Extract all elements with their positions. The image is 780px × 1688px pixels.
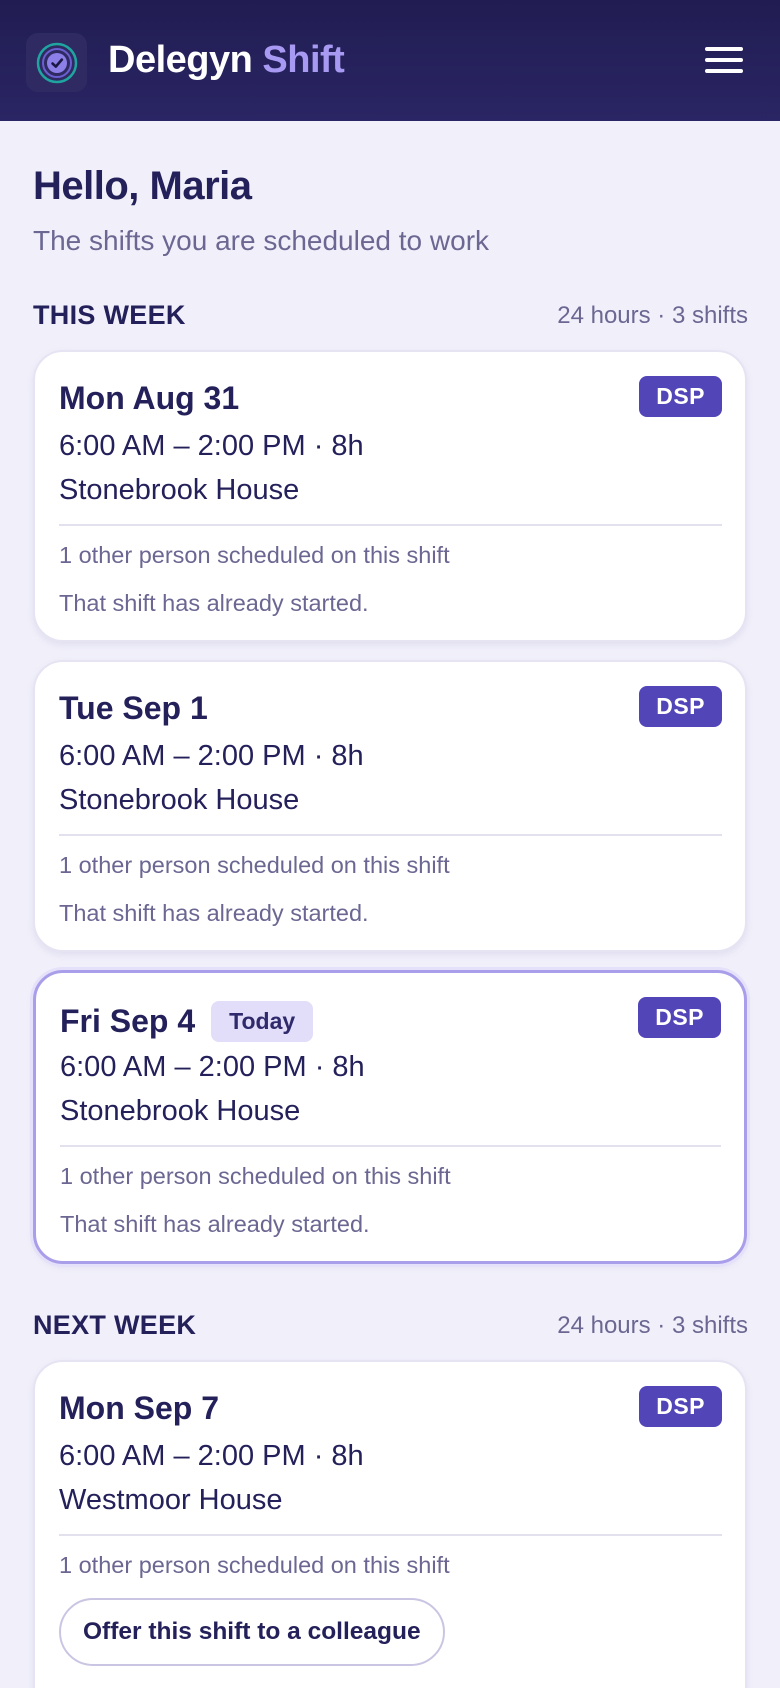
- offer-shift-button[interactable]: Offer this shift to a colleague: [59, 1598, 445, 1666]
- check-circle-icon: [36, 42, 77, 83]
- brand-accent: Shift: [262, 39, 345, 81]
- menu-line: [705, 58, 743, 62]
- divider: [59, 834, 722, 836]
- app-logo[interactable]: [26, 33, 87, 92]
- section-title-this-week: THIS WEEK: [33, 300, 186, 330]
- shift-card[interactable]: Mon Aug 31 DSP 6:00 AM – 2:00 PM · 8h St…: [33, 350, 747, 642]
- shift-location: Stonebrook House: [60, 1095, 301, 1127]
- divider: [60, 1145, 721, 1147]
- coworker-count: 1 other person scheduled on this shift: [59, 542, 450, 568]
- shift-card-today[interactable]: Fri Sep 4 Today DSP 6:00 AM – 2:00 PM · …: [33, 970, 747, 1264]
- shift-date-text: Tue Sep 1: [59, 690, 208, 726]
- role-badge: DSP: [638, 997, 721, 1038]
- shift-date: Mon Aug 31: [59, 380, 239, 417]
- greeting-heading: Hello, Maria: [33, 164, 252, 208]
- shift-date-text: Fri Sep 4: [60, 1003, 196, 1039]
- shift-status: That shift has already started.: [59, 900, 369, 926]
- shift-date: Mon Sep 7: [59, 1390, 219, 1427]
- app-title: Delegyn Shift: [108, 36, 345, 84]
- shift-date-text: Mon Aug 31: [59, 380, 240, 416]
- menu-line: [705, 47, 743, 51]
- shift-date: Fri Sep 4 Today: [60, 1001, 314, 1042]
- app-header: Delegyn Shift: [0, 0, 780, 121]
- menu-line: [705, 69, 743, 73]
- shift-location: Westmoor House: [59, 1484, 283, 1516]
- shift-date-text: Mon Sep 7: [59, 1390, 220, 1426]
- shift-card[interactable]: Mon Sep 7 DSP 6:00 AM – 2:00 PM · 8h Wes…: [33, 1360, 747, 1688]
- shift-time: 6:00 AM – 2:00 PM · 8h: [60, 1051, 365, 1083]
- role-badge: DSP: [639, 376, 722, 417]
- role-badge: DSP: [639, 686, 722, 727]
- shift-date: Tue Sep 1: [59, 690, 208, 727]
- brand-name: Delegyn: [108, 39, 253, 81]
- shift-status: That shift has already started.: [60, 1211, 370, 1237]
- shift-time: 6:00 AM – 2:00 PM · 8h: [59, 1440, 364, 1472]
- section-title-next-week: NEXT WEEK: [33, 1310, 197, 1340]
- shift-status: That shift has already started.: [59, 590, 369, 616]
- shift-card[interactable]: Tue Sep 1 DSP 6:00 AM – 2:00 PM · 8h Sto…: [33, 660, 747, 952]
- today-badge: Today: [211, 1001, 314, 1042]
- page-subtitle: The shifts you are scheduled to work: [33, 225, 490, 256]
- coworker-count: 1 other person scheduled on this shift: [59, 852, 450, 878]
- divider: [59, 524, 722, 526]
- shift-time: 6:00 AM – 2:00 PM · 8h: [59, 740, 364, 772]
- coworker-count: 1 other person scheduled on this shift: [60, 1163, 451, 1189]
- divider: [59, 1534, 722, 1536]
- shift-location: Stonebrook House: [59, 784, 300, 816]
- shift-location: Stonebrook House: [59, 474, 300, 506]
- section-summary-this-week: 24 hours · 3 shifts: [557, 302, 748, 329]
- role-badge: DSP: [639, 1386, 722, 1427]
- hamburger-menu-icon[interactable]: [700, 42, 748, 78]
- section-summary-next-week: 24 hours · 3 shifts: [557, 1312, 748, 1339]
- coworker-count: 1 other person scheduled on this shift: [59, 1552, 450, 1578]
- shift-time: 6:00 AM – 2:00 PM · 8h: [59, 430, 364, 462]
